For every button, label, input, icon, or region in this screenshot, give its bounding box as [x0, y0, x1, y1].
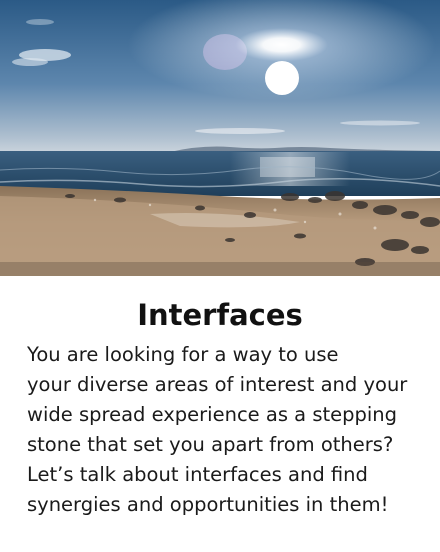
beach-sunset-image [0, 0, 440, 276]
description-line: Let’s talk about interfaces and find [27, 463, 368, 486]
description-line: wide spread experience as a stepping [27, 403, 398, 426]
description-line: your diverse areas of interest and your [27, 373, 408, 396]
description-line: synergies and opportunities in them! [27, 493, 389, 516]
card-description: You are looking for a way to use your di… [27, 340, 432, 520]
card-title: Interfaces [137, 298, 303, 332]
description-line: You are looking for a way to use [27, 343, 339, 366]
description-line: stone that set you apart from others? [27, 433, 394, 456]
interfaces-card: Interfaces You are looking for a way to … [0, 0, 440, 552]
